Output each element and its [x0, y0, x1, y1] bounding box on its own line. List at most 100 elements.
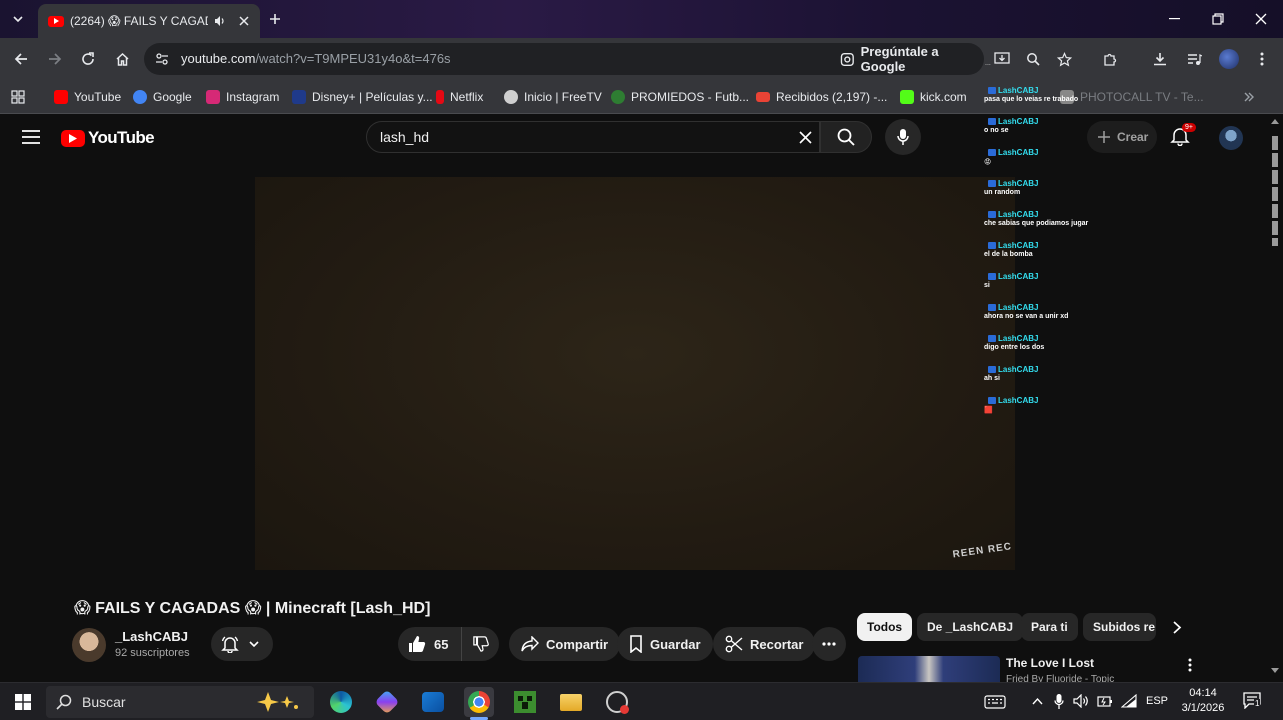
taskbar-outlook[interactable]: [418, 687, 448, 717]
microphone-icon[interactable]: [1054, 693, 1064, 710]
battery-plug-icon[interactable]: [1097, 695, 1113, 708]
youtube-logo[interactable]: YouTube: [61, 128, 155, 148]
minimize-window-button[interactable]: [1163, 8, 1187, 30]
minecraft-icon: [514, 691, 536, 713]
screen-recorder-icon: [606, 691, 629, 714]
taskbar-copilot[interactable]: [372, 687, 402, 717]
chat-message: LashCABJ 🟥: [984, 396, 1039, 414]
language-indicator[interactable]: ESP: [1146, 695, 1168, 707]
volume-icon[interactable]: [1073, 694, 1089, 708]
more-vert-icon[interactable]: [1188, 658, 1192, 672]
chip-recently-uploaded[interactable]: Subidos re: [1083, 613, 1156, 641]
start-button[interactable]: [8, 687, 38, 717]
outlook-icon: [422, 692, 444, 712]
restore-window-button[interactable]: [1206, 8, 1230, 30]
notification-center-button[interactable]: 1: [1243, 691, 1265, 713]
clip-button[interactable]: Recortar: [713, 627, 816, 661]
forward-button[interactable]: [43, 47, 67, 71]
speaker-icon[interactable]: [214, 15, 226, 27]
thumbs-down-icon: [472, 636, 489, 652]
home-button[interactable]: [110, 47, 134, 71]
taskbar-search-input[interactable]: Buscar: [46, 686, 314, 718]
scroll-up-icon[interactable]: [1271, 118, 1279, 124]
media-control-button[interactable]: [1182, 47, 1206, 71]
keyboard-icon[interactable]: [984, 695, 1006, 709]
chrome-menu-button[interactable]: [1250, 47, 1274, 71]
channel-avatar[interactable]: [72, 628, 106, 662]
chevron-right-icon[interactable]: [1172, 621, 1182, 634]
user-badge-icon: [988, 118, 996, 125]
share-button[interactable]: Compartir: [509, 627, 621, 661]
taskbar-file-explorer[interactable]: [556, 687, 586, 717]
google-icon: [133, 90, 147, 104]
account-avatar[interactable]: [1219, 126, 1243, 150]
user-badge-icon: [988, 211, 996, 218]
apps-grid-icon[interactable]: [11, 90, 25, 104]
netflix-icon: [436, 90, 444, 104]
clear-search-icon[interactable]: [799, 131, 812, 144]
site-info-icon[interactable]: [155, 52, 169, 66]
search-input[interactable]: lash_hd: [366, 121, 820, 153]
bookmark-disney-plus[interactable]: Disney+ | Películas y...: [292, 87, 433, 107]
user-badge-icon: [988, 149, 996, 156]
bookmark-freetv[interactable]: Inicio | FreeTV: [504, 87, 602, 107]
profile-avatar[interactable]: [1217, 47, 1241, 71]
address-bar[interactable]: youtube.com/watch?v=T9MPEU31y4o&t=476s P…: [144, 43, 984, 75]
scroll-down-icon[interactable]: [1271, 668, 1279, 674]
chip-all[interactable]: Todos: [857, 613, 913, 641]
channel-name[interactable]: _LashCABJ: [115, 629, 188, 644]
bookmark-youtube[interactable]: YouTube: [54, 87, 121, 107]
close-icon: [1255, 13, 1267, 25]
scrollbar-thumb[interactable]: [1272, 136, 1278, 246]
bookmark-netflix[interactable]: Netflix: [436, 87, 483, 107]
taskbar-minecraft[interactable]: [510, 687, 540, 717]
restore-icon: [1212, 13, 1224, 25]
downloads-button[interactable]: [1148, 47, 1172, 71]
taskbar-clock[interactable]: 04:14 3/1/2026: [1172, 686, 1234, 716]
notifications-button[interactable]: 9+: [1170, 123, 1196, 150]
tab-search-button[interactable]: [8, 9, 28, 29]
bookmark-gmail[interactable]: Recibidos (2,197) -...: [756, 87, 887, 107]
reload-button[interactable]: [76, 47, 100, 71]
more-bookmarks-icon[interactable]: [1243, 91, 1255, 103]
more-actions-button[interactable]: [812, 627, 846, 661]
taskbar-chrome[interactable]: [464, 687, 494, 717]
chip-for-you[interactable]: Para ti: [1021, 613, 1078, 641]
voice-search-button[interactable]: [885, 119, 921, 155]
tab-youtube-video[interactable]: (2264) 😱 FAILS Y CAGADA: [38, 4, 260, 38]
minimize-icon: [1169, 18, 1180, 20]
search-button[interactable]: [820, 121, 872, 153]
dislike-button[interactable]: [462, 627, 499, 661]
plus-icon: [270, 14, 280, 24]
recommended-title[interactable]: The Love I Lost: [1006, 656, 1094, 670]
new-tab-button[interactable]: [264, 8, 286, 30]
search-icon: [837, 128, 855, 146]
page-scrollbar[interactable]: [1271, 118, 1279, 682]
tray-chevron-up-icon[interactable]: [1032, 697, 1043, 705]
bookmark-google[interactable]: Google: [133, 87, 192, 107]
bookmark-promiedos[interactable]: PROMIEDOS - Futb...: [611, 87, 749, 107]
bookmark-kick[interactable]: kick.com: [900, 87, 967, 107]
ask-google-button[interactable]: Pregúntale a Google: [840, 44, 984, 74]
video-player[interactable]: REEN REC: [255, 177, 1015, 570]
url-text[interactable]: youtube.com/watch?v=T9MPEU31y4o&t=476s: [181, 51, 451, 66]
bookmark-instagram[interactable]: Instagram: [206, 87, 279, 107]
recommended-thumbnail[interactable]: [858, 656, 1000, 682]
taskbar-edge[interactable]: [326, 687, 356, 717]
wifi-icon[interactable]: [1121, 694, 1137, 708]
close-window-button[interactable]: [1249, 8, 1273, 30]
chat-message: LashCABJ che sabias que podiamos jugar: [984, 210, 1089, 227]
chip-from-channel[interactable]: De _LashCABJ: [917, 613, 1024, 641]
menu-hamburger-icon[interactable]: [22, 130, 40, 144]
taskbar-screen-recorder[interactable]: [602, 687, 632, 717]
back-button[interactable]: [9, 47, 33, 71]
notification-count-badge: 1: [1254, 699, 1261, 708]
notification-badge: 9+: [1182, 123, 1196, 132]
save-button[interactable]: Guardar: [617, 627, 713, 661]
like-dislike-group: 65: [398, 627, 499, 661]
kick-icon: [900, 90, 914, 104]
like-button[interactable]: 65: [398, 627, 462, 661]
windows-taskbar: Buscar ESP 04:14 3/1/2026 1: [0, 682, 1283, 720]
close-tab-icon[interactable]: [238, 15, 250, 27]
subscription-bell-button[interactable]: [211, 627, 273, 661]
